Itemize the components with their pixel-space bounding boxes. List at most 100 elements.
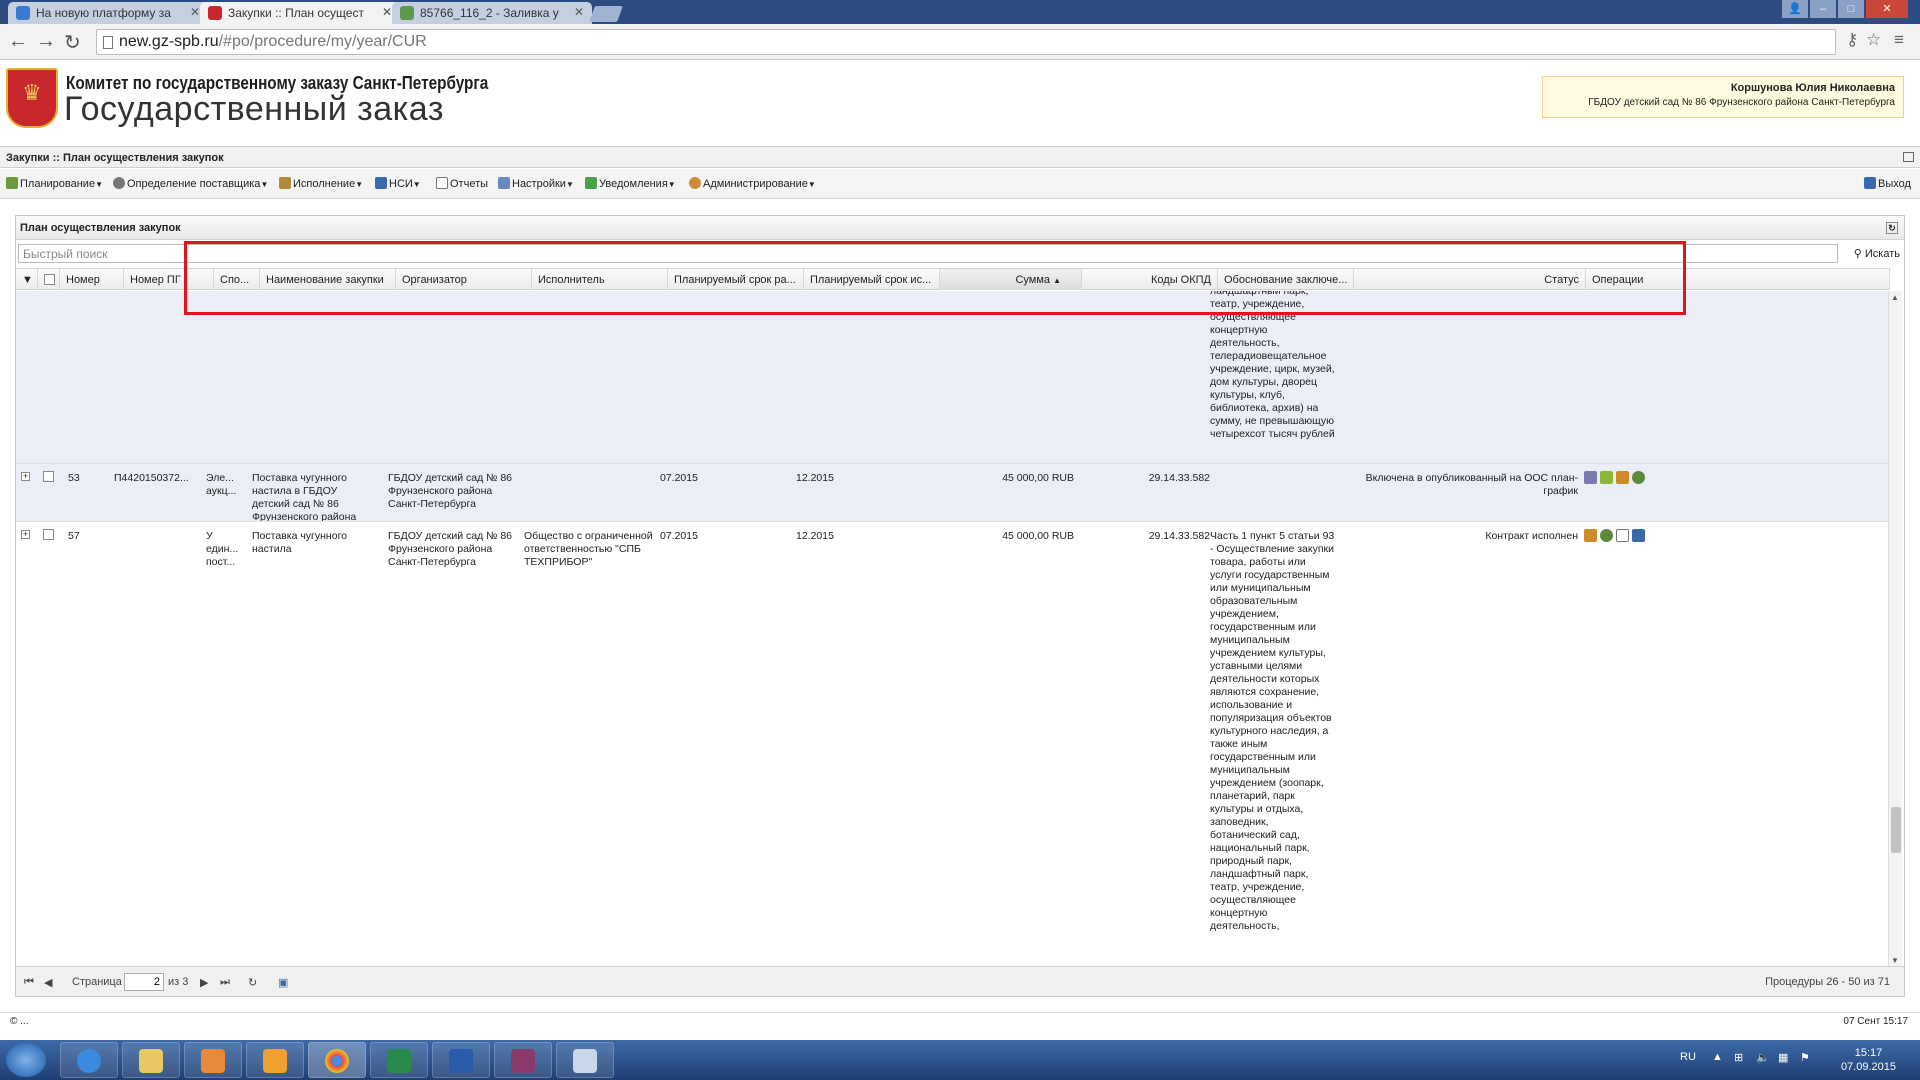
reload-icon[interactable]: ↻ (64, 30, 81, 55)
browser-tab-1[interactable]: На новую платформу за ✕ (8, 2, 208, 24)
grid-scrollbar[interactable]: ▲ ▼ (1888, 291, 1902, 967)
last-page-icon[interactable]: ⏭ (220, 976, 230, 989)
ie-icon (77, 1049, 101, 1073)
column-header-method[interactable]: Спо... (214, 269, 260, 290)
app-title: Государственный заказ (64, 90, 444, 128)
menu-execution[interactable]: Исполнение▼ (279, 177, 363, 190)
taskbar-excel[interactable] (370, 1042, 428, 1078)
search-button[interactable]: ⚲ Искать (1854, 247, 1900, 260)
maximize-button[interactable]: □ (1838, 0, 1864, 18)
start-button[interactable] (6, 1043, 46, 1077)
user-icon[interactable]: 👤 (1782, 0, 1808, 18)
minimize-button[interactable]: ‒ (1810, 0, 1836, 18)
column-header-justification[interactable]: Обоснование заключе... (1218, 269, 1354, 290)
wrench-icon (498, 177, 510, 189)
expand-row-icon[interactable]: + (21, 530, 30, 539)
menu-reports[interactable]: Отчеты (436, 177, 488, 190)
main-menu: Планирование▼ Определение поставщика▼ Ис… (0, 169, 1920, 199)
volume-icon[interactable]: 🔈 (1756, 1051, 1770, 1064)
expand-row-icon[interactable]: + (21, 472, 30, 481)
column-header-operations[interactable]: Операции (1586, 269, 1890, 290)
logout-icon (1864, 177, 1876, 189)
menu-label: Настройки (512, 178, 566, 190)
export-save-icon[interactable]: ▣ (278, 976, 288, 989)
chevron-down-icon: ▼ (807, 180, 816, 189)
taskbar-clock[interactable]: 15:17 07.09.2015 (1841, 1046, 1896, 1074)
bar-chart-icon[interactable] (1584, 529, 1597, 542)
column-header-sum[interactable]: Сумма ▲ (940, 269, 1082, 290)
approve-icon[interactable] (1600, 471, 1613, 484)
windows-flag-icon[interactable]: ⊞ (1734, 1051, 1743, 1064)
back-arrow-icon[interactable]: ← (8, 30, 28, 53)
menu-administration[interactable]: Администрирование▼ (689, 177, 816, 190)
language-indicator[interactable]: RU (1680, 1051, 1696, 1063)
forward-arrow-icon[interactable]: → (36, 30, 56, 53)
action-center-icon[interactable]: ⚑ (1800, 1051, 1810, 1064)
taskbar-winrar[interactable] (494, 1042, 552, 1078)
url-field[interactable]: new.gz-spb.ru/#po/procedure/my/year/CUR (96, 29, 1836, 55)
row-checkbox[interactable] (43, 529, 54, 540)
collapse-header-button[interactable] (1903, 152, 1914, 162)
table-row[interactable]: + 57 У един... пост... Поставка чугунног… (16, 522, 1890, 966)
taskbar-explorer[interactable] (122, 1042, 180, 1078)
refresh-icon[interactable]: ↻ (248, 976, 257, 989)
column-header-pg-number[interactable]: Номер ПГ (124, 269, 214, 290)
taskbar-ie[interactable] (60, 1042, 118, 1078)
taskbar-paint[interactable] (556, 1042, 614, 1078)
browser-tab-3[interactable]: 85766_116_2 - Заливка у ✕ (392, 2, 592, 24)
menu-supplier[interactable]: Определение поставщика▼ (113, 177, 268, 190)
menu-settings[interactable]: Настройки▼ (498, 177, 574, 190)
quick-search-input[interactable] (18, 244, 1838, 263)
menu-label: Отчеты (450, 178, 489, 190)
logout-button[interactable]: Выход (1864, 177, 1911, 190)
taskbar-media[interactable] (184, 1042, 242, 1078)
menu-hamburger-icon[interactable]: ≡ (1894, 30, 1904, 50)
procurement-plan-panel: План осуществления закупок ↻ ⚲ Искать ▼ … (15, 215, 1905, 997)
network-icon[interactable]: ▦ (1778, 1051, 1788, 1064)
select-all-checkbox[interactable] (38, 269, 60, 290)
settings-gear-icon[interactable] (1600, 529, 1613, 542)
column-chart-icon[interactable] (1632, 529, 1645, 542)
first-page-icon[interactable]: ⏮ (24, 976, 34, 989)
column-header-name[interactable]: Наименование закупки (260, 269, 396, 290)
column-header-status[interactable]: Статус (1354, 269, 1586, 290)
key-icon[interactable]: ⚷ (1846, 30, 1858, 50)
row-checkbox[interactable] (43, 471, 54, 482)
next-page-icon[interactable]: ▶ (200, 976, 208, 989)
page-number-input[interactable] (124, 973, 164, 991)
close-tab-icon[interactable]: ✕ (574, 5, 584, 19)
scrollbar-thumb[interactable] (1891, 807, 1901, 853)
close-window-button[interactable]: ✕ (1866, 0, 1908, 18)
tray-expand-icon[interactable]: ▲ (1712, 1051, 1723, 1063)
browser-tab-2[interactable]: Закупки :: План осущест ✕ (200, 2, 400, 24)
filter-icon[interactable]: ▼ (16, 269, 38, 290)
prev-page-icon[interactable]: ◀ (44, 976, 52, 989)
edit-pencil-icon[interactable] (1584, 471, 1597, 484)
menu-planning[interactable]: Планирование▼ (6, 177, 103, 190)
bar-chart-icon[interactable] (1616, 471, 1629, 484)
close-tab-icon[interactable]: ✕ (190, 5, 200, 19)
close-tab-icon[interactable]: ✕ (382, 5, 392, 19)
taskbar-chrome[interactable] (308, 1042, 366, 1078)
taskbar-word[interactable] (432, 1042, 490, 1078)
menu-notifications[interactable]: Уведомления▼ (585, 177, 676, 190)
menu-nsi[interactable]: НСИ▼ (375, 177, 421, 190)
bookmark-star-icon[interactable]: ☆ (1866, 30, 1881, 50)
column-header-executor[interactable]: Исполнитель (532, 269, 668, 290)
column-header-okpd[interactable]: Коды ОКПД (1082, 269, 1218, 290)
scroll-down-icon[interactable]: ▼ (1891, 956, 1899, 965)
table-row[interactable]: + 53 П4420150372... Эле... аукц... Поста… (16, 464, 1890, 522)
column-header-organizer[interactable]: Организатор (396, 269, 532, 290)
new-tab-button[interactable] (589, 6, 623, 22)
table-row[interactable]: ландшафтный парк, театр, учреждение, осу… (16, 291, 1890, 464)
column-header-number[interactable]: Номер (60, 269, 124, 290)
column-header-plan-start[interactable]: Планируемый срок ра... (668, 269, 804, 290)
taskbar-outlook[interactable] (246, 1042, 304, 1078)
panel-refresh-icon[interactable]: ↻ (1886, 222, 1898, 234)
column-header-plan-end[interactable]: Планируемый срок ис... (804, 269, 940, 290)
document-icon[interactable] (1616, 529, 1629, 542)
settings-gear-icon[interactable] (1632, 471, 1645, 484)
scroll-up-icon[interactable]: ▲ (1891, 293, 1899, 302)
cell-operations (1584, 529, 1704, 546)
url-host: new.gz-spb.ru (119, 33, 219, 50)
